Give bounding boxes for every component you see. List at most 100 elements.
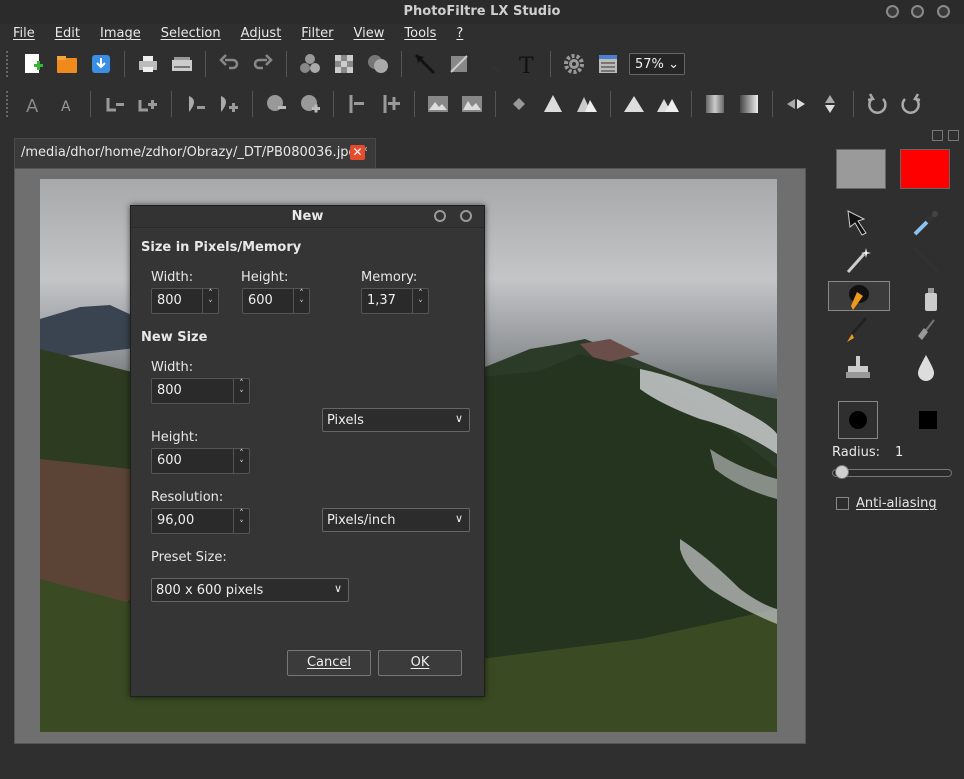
height-label: Height: xyxy=(241,270,289,285)
landscape-filter-icon[interactable] xyxy=(423,89,453,119)
toolbar-grip[interactable] xyxy=(6,91,10,117)
gamma-plus-icon[interactable] xyxy=(376,89,406,119)
vertical-gradient-icon[interactable] xyxy=(700,89,730,119)
rotate-left-icon[interactable] xyxy=(862,89,892,119)
minimize-button[interactable] xyxy=(886,5,899,18)
spin-arrows-icon[interactable]: ˄ ˅ xyxy=(202,289,218,313)
smudge-icon[interactable] xyxy=(906,312,946,348)
background-color-swatch[interactable] xyxy=(900,149,950,189)
gradient-square-icon[interactable] xyxy=(444,49,474,79)
blur-cone-2-icon[interactable] xyxy=(572,89,602,119)
text-effect-small-icon[interactable]: A xyxy=(52,89,82,119)
height-spinbox[interactable]: 600 ˄ ˅ xyxy=(242,288,310,314)
new-width-value: 800 xyxy=(157,383,182,398)
blend-icon[interactable] xyxy=(363,49,393,79)
saturation-minus-icon[interactable] xyxy=(261,89,291,119)
menu-tools[interactable]: Tools xyxy=(391,24,443,44)
sharpen-icon[interactable] xyxy=(504,89,534,119)
spin-arrows-icon[interactable]: ˄ ˅ xyxy=(412,289,428,313)
drop-icon[interactable] xyxy=(906,350,946,386)
chevron-down-icon: ⌄ xyxy=(668,56,679,72)
magic-wand-icon[interactable] xyxy=(838,242,878,278)
text-tool-icon[interactable]: T xyxy=(512,49,542,79)
transparency-icon[interactable] xyxy=(329,49,359,79)
flip-horizontal-icon[interactable] xyxy=(781,89,811,119)
document-tab[interactable]: /media/dhor/home/zdhor/Obrazy/_DT/PB0800… xyxy=(14,138,376,168)
brightness-plus-icon[interactable] xyxy=(214,89,244,119)
toolbar-grip[interactable] xyxy=(6,51,10,77)
foreground-color-swatch[interactable] xyxy=(836,149,886,189)
text-effect-icon[interactable]: A xyxy=(18,89,48,119)
menu-edit[interactable]: Edit xyxy=(42,24,87,44)
menu-selection[interactable]: Selection xyxy=(148,24,228,44)
panel-float-button[interactable] xyxy=(932,130,943,141)
batch-icon[interactable] xyxy=(593,49,623,79)
pyramid-double-icon[interactable] xyxy=(653,89,683,119)
dialog-minimize-button[interactable] xyxy=(434,210,446,222)
spin-arrows-icon[interactable]: ˄ ˅ xyxy=(293,289,309,313)
spin-arrows-icon[interactable]: ˄ ˅ xyxy=(233,509,249,533)
menu-image[interactable]: Image xyxy=(87,24,148,44)
scanner-icon[interactable] xyxy=(167,49,197,79)
close-icon[interactable]: ✕ xyxy=(350,145,365,160)
preset-size-select[interactable]: 800 x 600 pixels ∨ xyxy=(151,578,349,602)
fill-bucket-icon[interactable] xyxy=(828,281,890,311)
open-folder-icon[interactable] xyxy=(52,49,82,79)
menu-file[interactable]: File xyxy=(0,24,42,44)
landscape-filter-2-icon[interactable] xyxy=(457,89,487,119)
selection-arrow-icon[interactable] xyxy=(838,205,878,241)
radius-slider[interactable] xyxy=(832,469,952,477)
zoom-select[interactable]: 57% ⌄ xyxy=(629,53,685,75)
horizontal-gradient-icon[interactable] xyxy=(734,89,764,119)
undo-icon[interactable] xyxy=(214,49,244,79)
gear-icon[interactable] xyxy=(559,49,589,79)
cancel-button[interactable]: Cancel xyxy=(287,650,371,676)
contrast-minus-icon[interactable] xyxy=(99,89,129,119)
saturation-plus-icon[interactable] xyxy=(295,89,325,119)
resolution-unit-select[interactable]: Pixels/inch ∨ xyxy=(322,508,470,532)
gamma-minus-icon[interactable] xyxy=(342,89,372,119)
antialiasing-checkbox[interactable] xyxy=(836,497,849,510)
filter-circles-icon[interactable] xyxy=(295,49,325,79)
contrast-plus-icon[interactable] xyxy=(133,89,163,119)
spin-arrows-icon[interactable]: ˄ ˅ xyxy=(233,379,249,403)
new-file-icon[interactable] xyxy=(18,49,48,79)
line-drawing-icon[interactable] xyxy=(906,242,946,278)
menu-help[interactable]: ? xyxy=(443,24,470,44)
radius-slider-thumb[interactable] xyxy=(835,465,850,479)
rotate-right-icon[interactable] xyxy=(896,89,926,119)
redo-icon[interactable] xyxy=(248,49,278,79)
ok-button[interactable]: OK xyxy=(378,650,462,676)
color-picker-icon[interactable] xyxy=(906,205,946,241)
close-window-button[interactable] xyxy=(937,5,950,18)
round-brush-shape-icon[interactable] xyxy=(838,401,878,439)
line-tool-icon[interactable] xyxy=(478,49,508,79)
resolution-spinbox[interactable]: 96,00 ˄ ˅ xyxy=(151,508,250,534)
panel-close-button[interactable] xyxy=(948,130,959,141)
save-icon[interactable] xyxy=(86,49,116,79)
menu-filter[interactable]: Filter xyxy=(288,24,340,44)
dialog-title: New xyxy=(131,206,484,228)
print-icon[interactable] xyxy=(133,49,163,79)
width-spinbox[interactable]: 800 ˄ ˅ xyxy=(151,288,219,314)
stamp-icon[interactable] xyxy=(838,350,878,386)
dialog-close-button[interactable] xyxy=(460,210,472,222)
pyramid-icon[interactable] xyxy=(619,89,649,119)
memory-spinbox[interactable]: 1,37 ˄ ˅ xyxy=(361,288,429,314)
size-unit-select[interactable]: Pixels ∨ xyxy=(322,408,470,432)
brightness-minus-icon[interactable] xyxy=(180,89,210,119)
pointer-tool-icon[interactable] xyxy=(410,49,440,79)
blur-cone-icon[interactable] xyxy=(538,89,568,119)
flip-vertical-icon[interactable] xyxy=(815,89,845,119)
brush-icon[interactable] xyxy=(838,312,878,348)
square-brush-shape-icon[interactable] xyxy=(908,402,948,438)
menu-view[interactable]: View xyxy=(341,24,392,44)
new-width-spinbox[interactable]: 800 ˄ ˅ xyxy=(151,378,250,404)
new-height-spinbox[interactable]: 600 ˄ ˅ xyxy=(151,448,250,474)
toolbar-separator xyxy=(691,91,692,117)
menu-adjust[interactable]: Adjust xyxy=(228,24,289,44)
toolbar-separator xyxy=(124,51,125,77)
spin-arrows-icon[interactable]: ˄ ˅ xyxy=(233,449,249,473)
maximize-button[interactable] xyxy=(911,5,924,18)
toolbar-separator xyxy=(90,91,91,117)
